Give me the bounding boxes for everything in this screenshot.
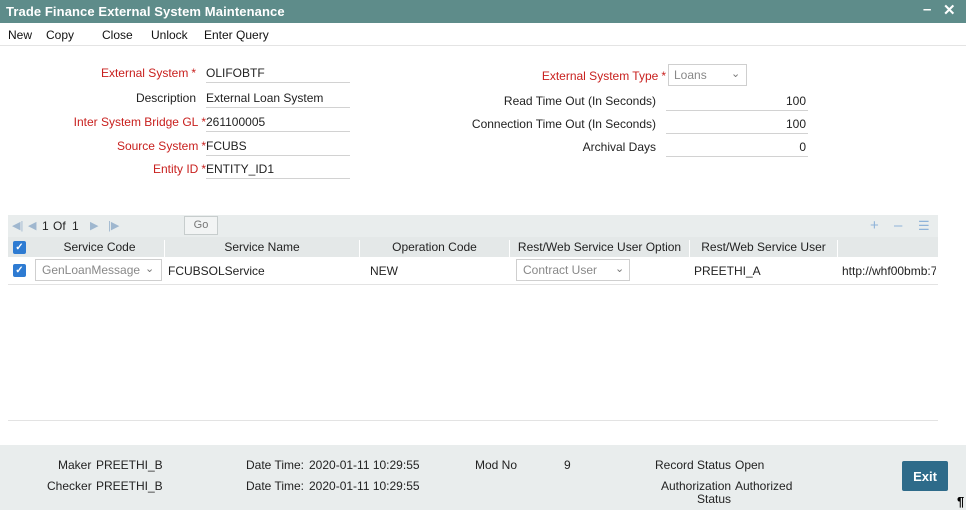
checker-value: PREETHI_B [96,479,163,493]
external-system-label: External System * [100,66,196,80]
column-user[interactable]: Rest/Web Service User [690,240,838,257]
first-page-icon[interactable]: ◀​| [12,219,23,232]
checker-datetime-label: Date Time: [246,479,305,493]
read-timeout-label: Read Time Out (In Seconds) [503,94,656,108]
add-row-icon[interactable]: + [870,217,879,234]
window-title-bar: Trade Finance External System Maintenanc… [0,0,966,23]
column-service-code[interactable]: Service Code [35,240,165,257]
maker-datetime-value: 2020-01-11 10:29:55 [309,458,420,472]
column-operation-code[interactable]: Operation Code [360,240,510,257]
menu-close[interactable]: Close [102,28,133,42]
mod-no-value: 9 [564,458,571,472]
url-cell: http://whf00bmb:78 [842,264,936,278]
page-of-label: Of [53,219,66,233]
entity-id-field[interactable]: ENTITY_ID1 [206,159,350,179]
maker-label: Maker [58,458,92,472]
chevron-down-icon: ⌄ [731,68,741,80]
record-status-label: Record Status [655,458,732,472]
description-label: Description [135,91,196,105]
single-view-icon[interactable]: ☰ [918,218,930,234]
checker-datetime-value: 2020-01-11 10:29:55 [309,479,420,493]
external-system-type-select[interactable]: Loans ⌄ [668,64,747,86]
connection-timeout-label: Connection Time Out (In Seconds) [471,117,656,131]
chevron-down-icon: ⌄ [145,263,155,275]
select-all-checkbox[interactable]: ✓ [13,241,26,254]
service-name-cell: FCUBSOLService [168,264,265,278]
connection-timeout-field[interactable]: 100 [666,114,808,134]
column-url[interactable] [838,240,938,257]
service-code-select[interactable]: GenLoanMessage ⌄ [35,259,162,281]
user-cell: PREETHI_A [694,264,761,278]
grid-toolbar: ◀​| ◀ 1 Of 1 ▶ |▶ Go + – ☰ [8,215,938,237]
menu-bar: New Copy Close Unlock Enter Query [0,23,966,46]
archival-days-field[interactable]: 0 [666,137,808,157]
chevron-down-icon: ⌄ [615,263,625,275]
last-page-icon[interactable]: |▶ [108,219,119,232]
external-system-type-label: External System Type * [541,69,666,83]
audit-footer: Maker PREETHI_B Checker PREETHI_B Date T… [0,445,966,510]
user-option-value: Contract User [523,263,598,277]
description-field[interactable]: External Loan System [206,88,350,108]
authorization-status-value: Authorized [735,479,793,493]
next-page-icon[interactable]: ▶ [90,219,98,232]
row-checkbox[interactable]: ✓ [13,264,26,277]
column-user-option[interactable]: Rest/Web Service User Option [510,240,690,257]
entity-id-label: Entity ID * [152,162,206,176]
external-system-type-value: Loans [674,68,707,82]
minimize-icon[interactable]: – [923,1,931,18]
go-button[interactable]: Go [184,216,218,235]
grid-bottom-divider [8,420,938,421]
source-system-label: Source System * [116,139,206,153]
menu-unlock[interactable]: Unlock [151,28,188,42]
maker-datetime-label: Date Time: [246,458,305,472]
read-timeout-field[interactable]: 100 [666,91,808,111]
exit-button[interactable]: Exit [902,461,948,491]
menu-copy[interactable]: Copy [46,28,74,42]
column-service-name[interactable]: Service Name [165,240,360,257]
mod-no-label: Mod No [475,458,518,472]
authorization-status-label-2: Status [697,492,732,506]
pilcrow-mark: ¶ [957,494,965,509]
external-system-field[interactable]: OLIFOBTF [206,63,350,83]
service-code-value: GenLoanMessage [42,263,141,277]
checker-label: Checker [47,479,92,493]
source-system-field[interactable]: FCUBS [206,136,350,156]
operation-code-cell: NEW [370,264,398,278]
prev-page-icon[interactable]: ◀ [28,219,36,232]
table-row[interactable]: ✓ GenLoanMessage ⌄ FCUBSOLService NEW Co… [8,257,938,285]
menu-new[interactable]: New [8,28,32,42]
record-status-value: Open [735,458,765,472]
inter-system-bridge-gl-label: Inter System Bridge GL * [73,115,206,129]
authorization-status-label-1: Authorization [661,479,732,493]
user-option-select[interactable]: Contract User ⌄ [516,259,630,281]
inter-system-bridge-gl-field[interactable]: 261100005 [206,112,350,132]
archival-days-label: Archival Days [582,140,656,154]
close-icon[interactable]: ✕ [943,1,956,19]
delete-row-icon[interactable]: – [894,217,902,234]
page-total: 1 [72,219,79,233]
window-title: Trade Finance External System Maintenanc… [6,4,285,19]
grid-header: ✓ Service Code Service Name Operation Co… [8,237,938,257]
page-current: 1 [42,219,49,233]
menu-enter-query[interactable]: Enter Query [204,28,269,42]
maker-value: PREETHI_B [96,458,163,472]
